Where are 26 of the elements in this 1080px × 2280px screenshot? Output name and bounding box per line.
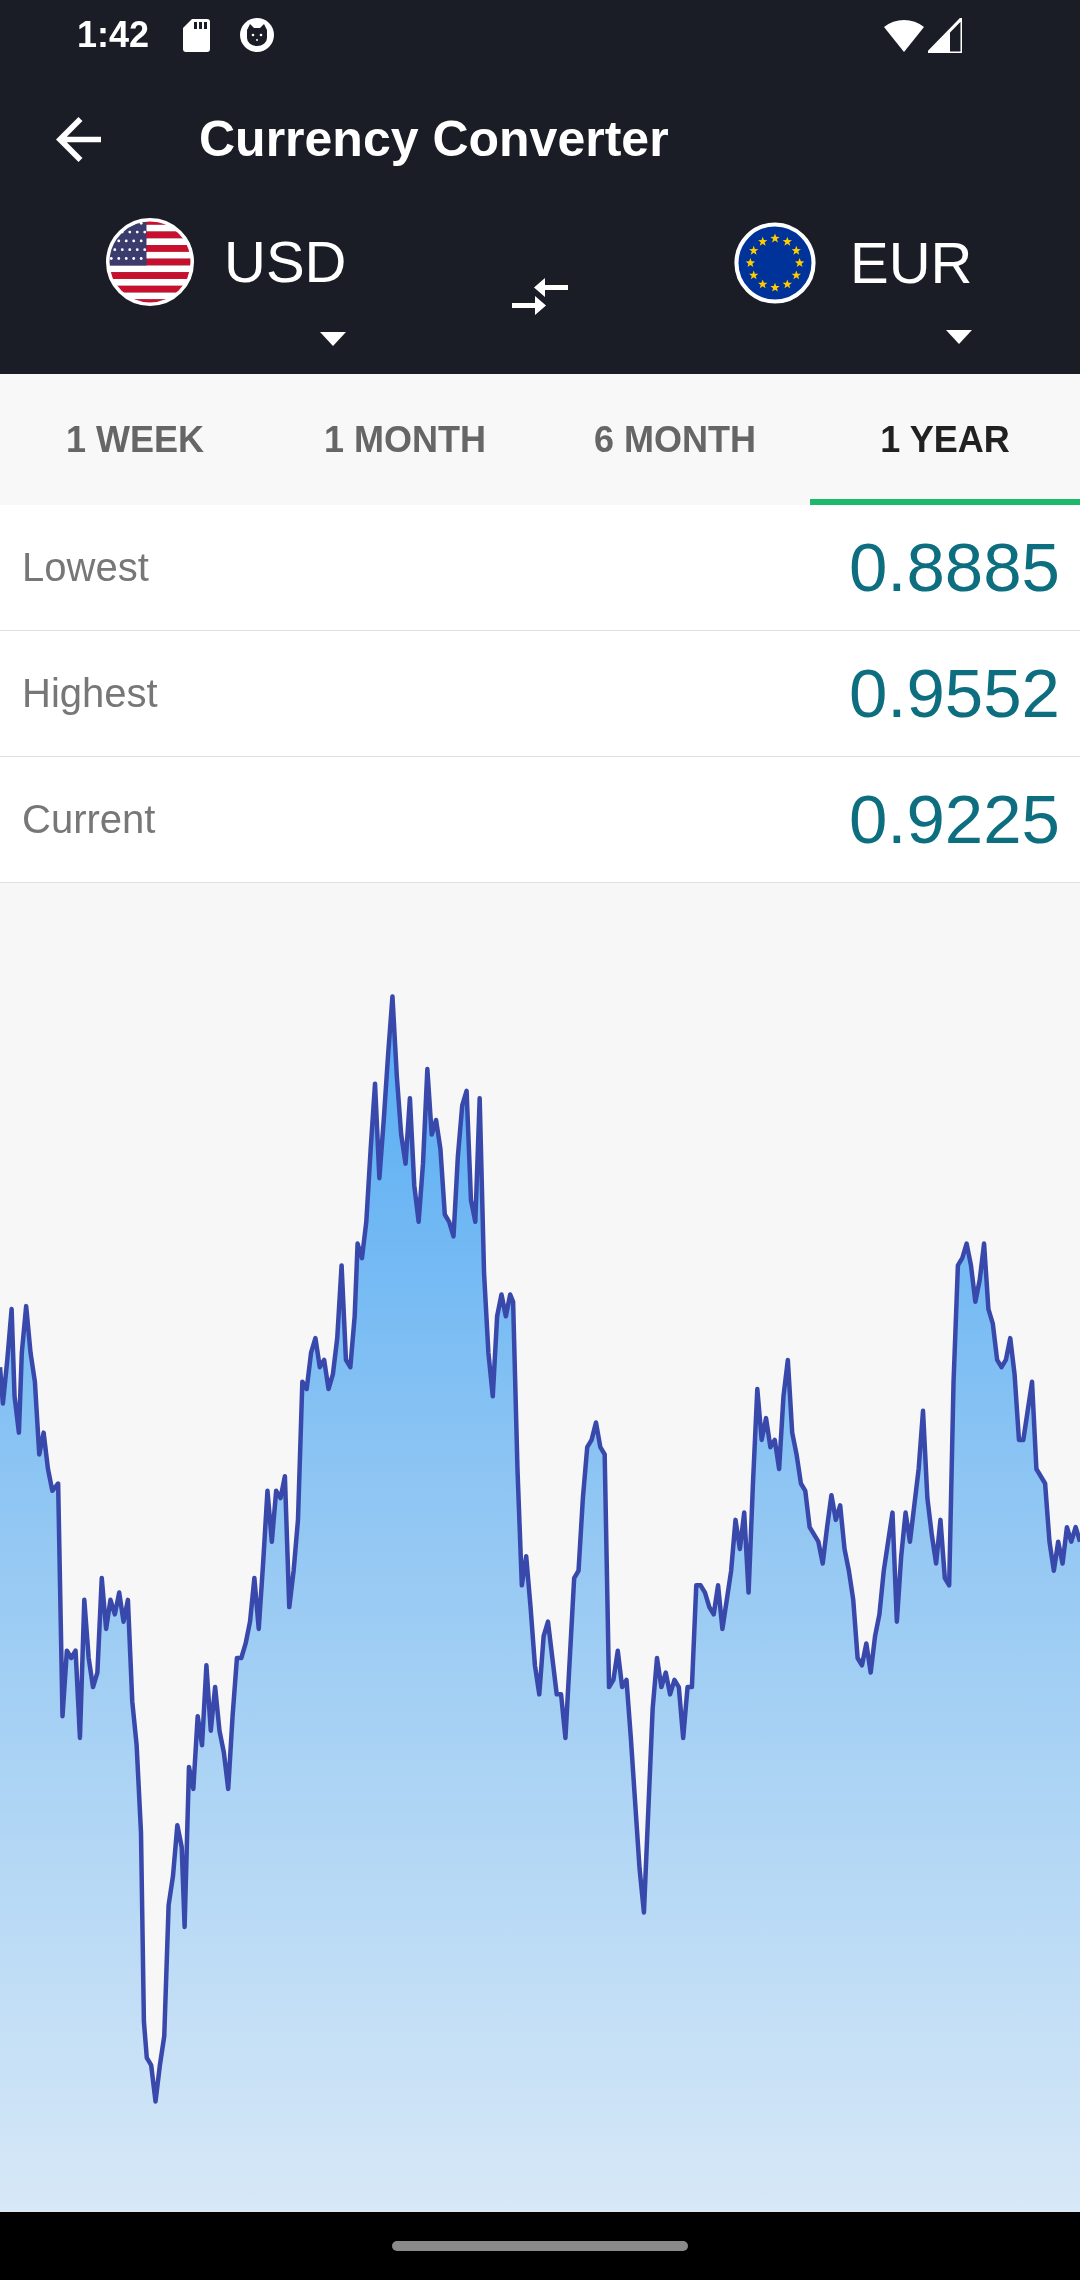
swap-arrows-icon [512, 278, 568, 315]
gesture-handle[interactable] [392, 2241, 688, 2251]
stat-value: 0.8885 [848, 528, 1060, 607]
period-tab[interactable]: 1 MONTH [270, 374, 540, 505]
currency-selector[interactable]: EUR [734, 222, 973, 344]
period-tab[interactable]: 1 WEEK [0, 374, 270, 505]
eu-flag-icon [734, 222, 816, 304]
us-flag-icon [106, 218, 194, 306]
period-tab[interactable]: 6 MONTH [540, 374, 810, 505]
signal-icon [928, 17, 962, 53]
swap-button[interactable] [512, 278, 568, 315]
cat-face-icon [240, 18, 275, 52]
stat-label: Current [22, 797, 156, 842]
stat-value: 0.9552 [848, 654, 1060, 733]
stat-value: 0.9225 [848, 780, 1060, 859]
status-time: 1:42 [77, 14, 150, 56]
sd-card-icon [183, 18, 211, 52]
wifi-icon [884, 18, 924, 52]
currency-selector[interactable]: USD [106, 218, 347, 346]
toolbar-title: Currency Converter [199, 110, 669, 168]
stat-label: Lowest [22, 545, 149, 590]
back-arrow-icon [56, 116, 101, 162]
caret-icon [946, 330, 973, 344]
stat-label: Highest [22, 671, 158, 716]
caret-icon [320, 332, 347, 346]
back-button[interactable] [56, 116, 101, 162]
